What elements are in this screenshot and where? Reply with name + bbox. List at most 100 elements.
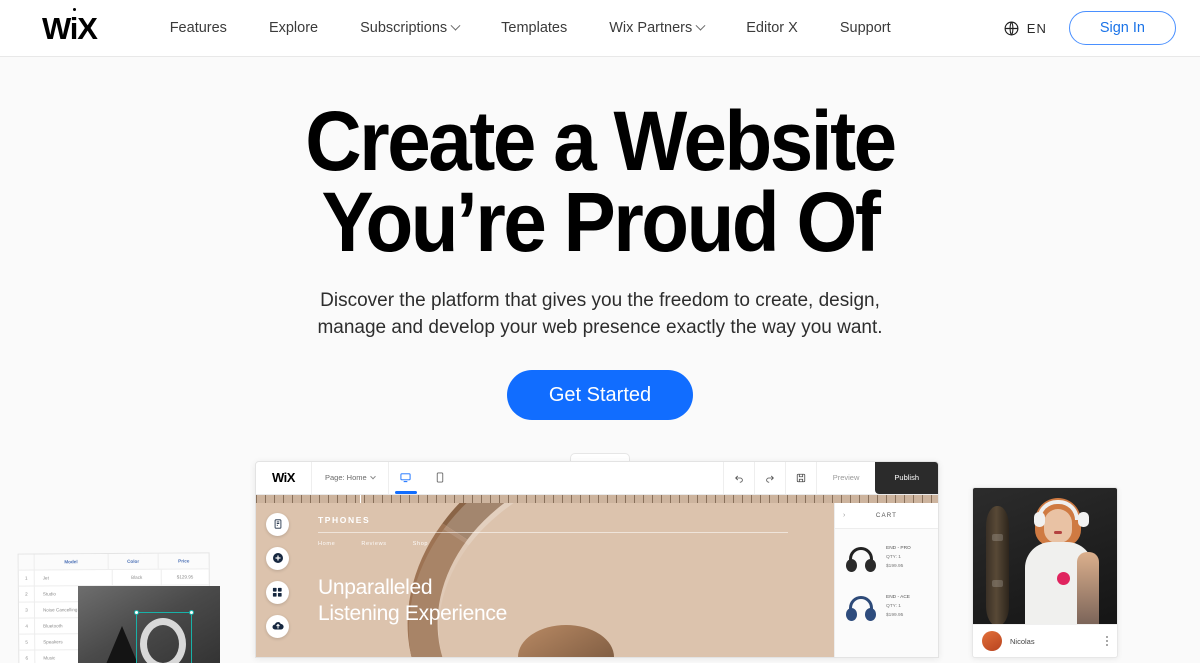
- sign-in-button[interactable]: Sign In: [1068, 10, 1176, 46]
- post-username: Nicolas: [1010, 636, 1035, 646]
- chevron-down-icon: [450, 20, 461, 31]
- cart-title: CART: [875, 511, 898, 519]
- editor-ruler: [256, 494, 938, 503]
- add-icon[interactable]: [266, 546, 289, 570]
- ruler-marker: [360, 494, 361, 503]
- cart-item[interactable]: END - ACE QTY: 1 $199.95: [835, 578, 938, 627]
- save-button[interactable]: [784, 461, 816, 494]
- site-header: WiX Features Explore Subscriptions Templ…: [0, 0, 1200, 57]
- header-actions: EN Sign In: [1003, 10, 1176, 46]
- avatar: [982, 631, 1002, 652]
- post-footer: Nicolas: [973, 623, 1117, 657]
- brand-divider: [318, 531, 788, 533]
- selection-handle[interactable]: [189, 609, 194, 615]
- nav-item-label: Support: [839, 20, 891, 36]
- hero-subtitle: Discover the platform that gives you the…: [0, 288, 1200, 342]
- table-cell-index: 5: [19, 634, 36, 650]
- table-cell-index: 2: [18, 586, 35, 602]
- cart-item-details: END - ACE QTY: 1 $199.95: [886, 591, 910, 627]
- chevron-right-icon[interactable]: ›: [843, 512, 845, 519]
- nav-item-label: Explore: [268, 20, 319, 36]
- site-nav-item-reviews[interactable]: Reviews: [361, 541, 386, 547]
- viewport-toggle: [389, 462, 457, 494]
- nav-item-label: Editor X: [746, 20, 798, 36]
- site-headline-line-1: Unparalleled: [318, 575, 433, 599]
- cart-item-name: END - ACE: [886, 594, 910, 600]
- headphones-earcup-left: [1034, 511, 1045, 527]
- chevron-down-icon: [369, 473, 376, 480]
- page-selector[interactable]: Page: Home: [312, 461, 389, 494]
- nav-item-explore[interactable]: Explore: [248, 20, 339, 36]
- post-photo: [973, 487, 1117, 624]
- headphones-blue-icon: [843, 591, 879, 627]
- kebab-menu-icon[interactable]: [1106, 636, 1108, 647]
- photo-editing-mockup: [78, 585, 220, 663]
- table-header-color: Color: [108, 553, 160, 569]
- cart-header: › CART: [835, 502, 938, 529]
- nav-item-label: Wix Partners: [609, 20, 693, 36]
- table-cell-model: Jet: [34, 569, 114, 586]
- pages-icon[interactable]: [266, 512, 289, 536]
- nav-item-subscriptions[interactable]: Subscriptions: [339, 20, 480, 36]
- cart-item-details: END - PRO QTY: 1 $199.95: [886, 542, 911, 578]
- headphones-black-icon: [843, 542, 879, 578]
- apps-icon[interactable]: [266, 580, 289, 604]
- undo-button[interactable]: [722, 461, 754, 494]
- product-mockup-stage: Model Color Price 1 Jet Black $129.95 2 …: [0, 452, 1200, 663]
- site-nav-item-shop[interactable]: Shop: [413, 541, 428, 547]
- site-brand-name: TPHONES: [318, 514, 371, 525]
- selection-handle[interactable]: [134, 609, 139, 615]
- get-started-button[interactable]: Get Started: [506, 369, 694, 420]
- globe-icon: [1004, 21, 1019, 35]
- editor-canvas[interactable]: TPHONES Home Reviews Shop Unparalleled L…: [256, 502, 938, 657]
- social-post-mockup: Nicolas: [972, 486, 1118, 658]
- chevron-down-icon: [695, 20, 706, 31]
- table-cell-index: 3: [18, 602, 36, 618]
- tshirt-logo: [1057, 571, 1070, 585]
- cart-item[interactable]: END - PRO QTY: 1 $199.95: [835, 529, 938, 578]
- headphones-earcup-right: [1078, 511, 1089, 527]
- mobile-icon: [436, 472, 443, 483]
- desktop-view-button[interactable]: [389, 462, 423, 494]
- cart-item-price: $199.95: [886, 613, 904, 619]
- desktop-icon: [400, 473, 411, 483]
- nav-item-features[interactable]: Features: [149, 20, 248, 36]
- hero-title-line-1: Create a Website: [305, 94, 897, 188]
- editor-toolbar: WiX Page: Home Preview Publish: [256, 461, 938, 495]
- upload-icon[interactable]: [266, 614, 289, 638]
- site-headline: Unparalleled Listening Experience: [318, 575, 507, 628]
- editor-logo[interactable]: WiX: [256, 461, 312, 494]
- nav-item-wix-partners[interactable]: Wix Partners: [588, 20, 725, 36]
- nav-item-label: Features: [169, 20, 227, 36]
- redo-button[interactable]: [753, 461, 785, 494]
- save-icon: [796, 473, 805, 483]
- cart-panel: › CART END - PRO QTY: 1 $199.95 END - AC…: [834, 502, 938, 657]
- nav-item-label: Templates: [501, 20, 568, 36]
- site-brand-header: TPHONES Home Reviews Shop: [318, 515, 788, 547]
- preview-button[interactable]: Preview: [815, 461, 876, 494]
- page-selector-label: Page: Home: [325, 473, 367, 483]
- hero-subtitle-line-2: manage and develop your web presence exa…: [317, 316, 883, 338]
- redo-icon: [765, 475, 774, 483]
- site-nav-item-home[interactable]: Home: [318, 541, 335, 547]
- nav-item-editor-x[interactable]: Editor X: [725, 20, 819, 36]
- skateboard-image: [986, 505, 1009, 624]
- site-navigation: Home Reviews Shop: [318, 541, 788, 547]
- language-picker[interactable]: EN: [1003, 20, 1047, 37]
- cart-item-qty: QTY: 1: [886, 554, 901, 560]
- main-navigation: Features Explore Subscriptions Templates…: [149, 20, 912, 36]
- publish-button[interactable]: Publish: [875, 461, 938, 494]
- hero-title-line-2: You’re Proud Of: [321, 175, 881, 270]
- nav-item-templates[interactable]: Templates: [480, 20, 588, 36]
- table-cell-index: 6: [19, 650, 36, 663]
- mobile-view-button[interactable]: [423, 462, 457, 494]
- selection-box[interactable]: [134, 609, 194, 663]
- nav-item-label: Subscriptions: [360, 20, 448, 36]
- cart-item-name: END - PRO: [886, 545, 911, 551]
- wix-logo[interactable]: WiX: [42, 13, 98, 44]
- table-header-row: Model Color Price: [18, 553, 209, 571]
- hero-section: Create a Website You’re Proud Of Discove…: [0, 57, 1200, 420]
- cart-item-qty: QTY: 1: [886, 603, 901, 609]
- table-row: 1 Jet Black $129.95: [18, 569, 209, 587]
- nav-item-support[interactable]: Support: [819, 20, 912, 36]
